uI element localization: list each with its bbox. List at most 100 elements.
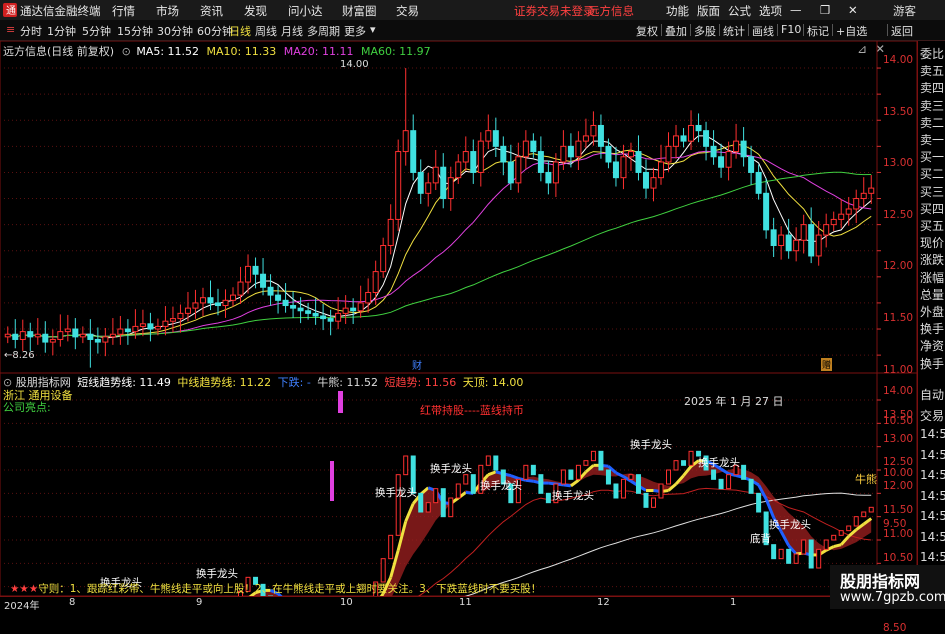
- sub-candle: [605, 469, 611, 485]
- stats-button[interactable]: 统计: [723, 23, 745, 39]
- adjust-button[interactable]: 复权: [636, 23, 658, 39]
- period-tab[interactable]: 分时: [20, 23, 42, 39]
- multi-stock-button[interactable]: 多股: [694, 23, 716, 39]
- sub-candle: [748, 478, 754, 494]
- candle-body: [612, 161, 619, 179]
- side-panel-item: 外盘: [920, 305, 945, 319]
- sub-candle: [418, 492, 424, 513]
- candle-body: [372, 271, 379, 293]
- menu-layout[interactable]: 版面: [697, 3, 720, 19]
- period-tab[interactable]: 更多: [344, 23, 366, 39]
- date-tick: 10: [340, 597, 353, 608]
- highlights-label: 公司亮点:: [3, 401, 51, 414]
- candle-body: [770, 229, 777, 247]
- quote-side-panel: 委比 卖五 卖四 卖三 卖二 卖一 买一 买二 买三 买四 买五 现价 涨跌 涨幅 总量 外盘 换手 净资 换手 自动…: [917, 41, 945, 609]
- candle-body: [109, 333, 116, 338]
- rules-stars: ★★★: [10, 583, 39, 595]
- mark-button[interactable]: 标记: [807, 23, 829, 39]
- sub-candle: [658, 483, 664, 499]
- watermark: 股朋指标网 www.7gpzb.com: [830, 565, 945, 609]
- minimize-icon[interactable]: —: [790, 3, 802, 17]
- candle-body: [117, 328, 124, 335]
- sub-candle: [853, 516, 859, 527]
- menu-toggle-icon[interactable]: ≡: [6, 23, 15, 36]
- candle-body: [357, 302, 364, 312]
- candle-body: [650, 177, 657, 189]
- period-tab[interactable]: 多周期: [307, 23, 340, 39]
- candle-body: [425, 182, 432, 194]
- sub-candle: [425, 502, 431, 513]
- candle-body: [49, 338, 56, 343]
- close-icon[interactable]: ✕: [848, 3, 858, 17]
- candle-body: [635, 151, 642, 173]
- date-tick: 12: [597, 597, 610, 608]
- login-notice[interactable]: 证券交易未登录: [514, 3, 595, 19]
- signal-label: 换手龙头: [630, 439, 672, 451]
- menu-wealth[interactable]: 财富圈: [342, 3, 377, 19]
- candle-body: [567, 145, 574, 158]
- gift-marker[interactable]: 赠: [821, 358, 833, 371]
- sub-candle: [538, 474, 544, 494]
- period-tab[interactable]: 月线: [281, 23, 303, 39]
- f10-button[interactable]: F10: [781, 23, 801, 36]
- price-tick: 11.50: [883, 312, 914, 324]
- app-logo-icon: 通: [3, 3, 17, 17]
- menu-options[interactable]: 选项: [759, 3, 782, 19]
- sub-candle: [823, 539, 829, 550]
- trend-segment: [833, 543, 842, 548]
- period-tab[interactable]: 60分钟: [197, 23, 233, 39]
- add-watchlist-button[interactable]: +自选: [836, 23, 867, 39]
- candle-body: [695, 124, 702, 132]
- price-tick: 14.00: [883, 54, 914, 66]
- overlay-button[interactable]: 叠加: [665, 23, 687, 39]
- period-tab-active[interactable]: 日线: [229, 23, 251, 39]
- menu-news[interactable]: 资讯: [200, 3, 223, 19]
- candle-body: [575, 140, 582, 158]
- sub-price-tick: 12.50: [883, 456, 914, 469]
- sub-candle: [493, 455, 499, 471]
- candle-body: [64, 328, 71, 333]
- side-panel-item: 买五: [920, 219, 945, 233]
- candle-body: [199, 297, 206, 304]
- candle-body: [132, 325, 139, 333]
- price-tick: 10.00: [883, 466, 914, 479]
- sub-candle: [590, 450, 596, 462]
- period-tab[interactable]: 30分钟: [157, 23, 193, 39]
- candle-body: [500, 145, 507, 163]
- menu-quote[interactable]: 行情: [112, 3, 135, 19]
- candle-body: [214, 302, 221, 307]
- draw-line-button[interactable]: 画线: [752, 23, 774, 39]
- candle-body: [12, 333, 19, 340]
- sub-candle: [545, 492, 551, 504]
- side-panel-item: 买三: [920, 184, 945, 199]
- restore-icon[interactable]: ❐: [820, 3, 830, 17]
- candle-body: [297, 307, 304, 312]
- period-tab[interactable]: 15分钟: [117, 23, 153, 39]
- period-tab[interactable]: 1分钟: [47, 23, 76, 39]
- financial-marker[interactable]: 财: [412, 357, 422, 372]
- indicator-settings-icon[interactable]: ⊙: [3, 376, 12, 389]
- period-tab[interactable]: 周线: [255, 23, 277, 39]
- guest-label[interactable]: 游客: [893, 3, 916, 19]
- sub-price-tick: 11.50: [883, 504, 914, 516]
- back-button[interactable]: 返回: [891, 23, 913, 39]
- side-panel-item: 卖五: [920, 64, 945, 79]
- price-tick: 13.50: [883, 105, 914, 118]
- sub-candle: [786, 548, 792, 564]
- menu-trade[interactable]: 交易: [396, 3, 419, 19]
- candle-body: [763, 192, 770, 231]
- candle-body: [335, 312, 342, 322]
- side-panel-time: 14:56: [920, 427, 945, 441]
- menu-formula[interactable]: 公式: [728, 3, 751, 19]
- menu-wenxiaoda[interactable]: 问小达: [288, 3, 323, 19]
- candle-body: [402, 130, 409, 153]
- more-dropdown-icon[interactable]: ▾: [370, 23, 376, 36]
- sub-price-tick: 11.00: [883, 527, 914, 540]
- period-tab[interactable]: 5分钟: [82, 23, 111, 39]
- menu-discover[interactable]: 发现: [244, 3, 267, 19]
- candle-body: [447, 177, 454, 200]
- menu-market[interactable]: 市场: [156, 3, 179, 19]
- date-tick: 9: [196, 597, 203, 608]
- side-panel-item: 涨跌: [920, 253, 945, 268]
- menu-function[interactable]: 功能: [666, 3, 689, 19]
